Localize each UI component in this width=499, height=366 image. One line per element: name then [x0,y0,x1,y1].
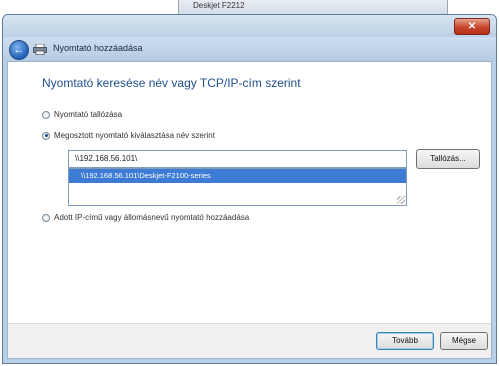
cancel-button[interactable]: Mégse [440,332,488,350]
background-window: Deskjet F2212 [178,0,448,14]
page-heading: Nyomtató keresése név vagy TCP/IP-cím sz… [42,76,301,90]
option-label: Nyomtató tallózása [54,110,123,119]
radio-button[interactable] [42,213,50,222]
option-add-by-ip[interactable]: Adott IP-című vagy állomásnevű nyomtató … [42,213,249,222]
radio-button[interactable] [42,110,50,119]
back-button[interactable]: ← [9,40,29,60]
add-printer-dialog: ✕ ← Nyomtató hozzáadása Nyomtató keresés… [2,14,497,364]
back-arrow-icon: ← [13,44,25,56]
wizard-content: Nyomtató keresése név vagy TCP/IP-cím sz… [7,61,492,359]
autocomplete-suggestion[interactable]: \\192.168.56.101\Deskjet-F2100-series [69,169,406,183]
close-button[interactable]: ✕ [454,18,490,35]
option-shared-printer-by-name[interactable]: Megosztott nyomtató kiválasztása név sze… [42,131,215,140]
option-browse-printer[interactable]: Nyomtató tallózása [42,110,122,119]
printer-icon [33,44,47,55]
browse-button[interactable]: Tallózás... [416,149,480,169]
resize-grip[interactable] [397,196,405,204]
radio-button[interactable] [42,131,50,140]
next-button[interactable]: Tovább [376,332,434,350]
option-label: Adott IP-című vagy állomásnevű nyomtató … [54,213,250,222]
background-window-title: Deskjet F2212 [193,1,245,10]
autocomplete-dropdown: \\192.168.56.101\Deskjet-F2100-series [68,168,407,206]
button-bar: Tovább Mégse [8,323,491,358]
titlebar: ✕ [3,15,496,37]
option-label: Megosztott nyomtató kiválasztása név sze… [54,131,215,140]
navigation-bar: ← Nyomtató hozzáadása [3,37,496,61]
printer-name-input[interactable]: \\192.168.56.101\ [68,150,407,168]
wizard-title: Nyomtató hozzáadása [53,43,143,53]
background-desktop [0,0,178,14]
